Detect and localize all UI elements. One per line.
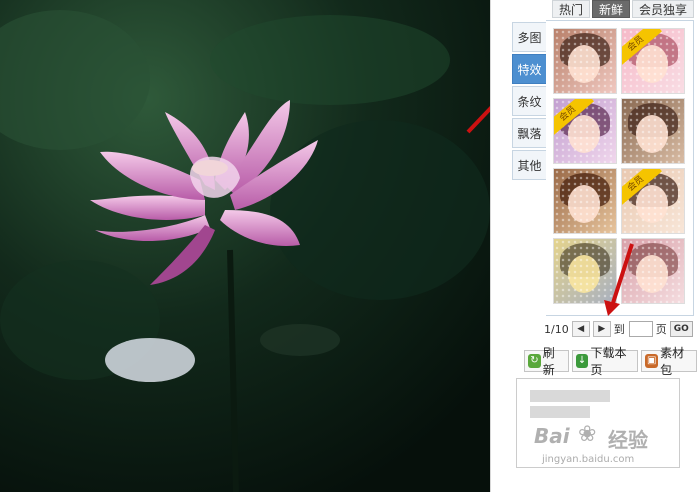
next-arrow-icon: ▶ [598, 324, 606, 334]
next-page-button[interactable]: ▶ [592, 321, 611, 337]
material-pack-icon: ▣ [645, 354, 659, 368]
download-icon: ↓ [575, 354, 589, 368]
red-arrow-to-next-page-icon [604, 243, 634, 316]
effect-thumbnail[interactable]: 会员 [553, 98, 617, 164]
page-number-input[interactable] [628, 321, 653, 337]
page-unit-label: 页 [655, 323, 667, 336]
blurred-text [530, 406, 590, 418]
tab-new[interactable]: 新鲜 [592, 0, 631, 18]
top-category-tabs: 热门 新鲜 会员独享 [552, 0, 696, 18]
photo-preview [0, 0, 490, 492]
blurred-text [530, 390, 610, 402]
material-pack-button[interactable]: ▣ 素材包 [641, 346, 697, 377]
side-tab-effects[interactable]: 特效 [512, 54, 546, 84]
prev-page-button[interactable]: ◀ [571, 321, 590, 337]
effect-thumbnail[interactable] [553, 28, 617, 94]
side-tab-other[interactable]: 其他 [512, 150, 546, 180]
goto-label: 到 [613, 323, 625, 336]
download-page-button[interactable]: ↓ 下载本页 [571, 346, 639, 377]
tab-member-exclusive[interactable]: 会员独享 [632, 0, 695, 18]
material-pack-label: 素材包 [660, 346, 685, 377]
side-tab-multi-image[interactable]: 多图 [512, 22, 546, 52]
pagination: 1/10 ◀ ▶ 到 页 GO [544, 320, 693, 338]
effect-thumbnail[interactable] [621, 98, 685, 164]
effect-thumbnail[interactable]: 会员 [621, 28, 685, 94]
prev-arrow-icon: ◀ [577, 324, 585, 334]
side-tab-falling[interactable]: 飘落 [512, 118, 546, 148]
side-category-tabs: 多图 特效 条纹 飘落 其他 [512, 22, 546, 182]
lotus-photo [0, 0, 490, 492]
red-arrow-to-effect-tab-icon [466, 106, 490, 134]
side-tab-stripes[interactable]: 条纹 [512, 86, 546, 116]
tab-hot[interactable]: 热门 [552, 0, 591, 18]
refresh-label: 刷新 [542, 346, 555, 377]
effect-thumbnail[interactable]: 会员 [621, 168, 685, 234]
action-bar: ↻ 刷新 ↓ 下载本页 ▣ 素材包 [524, 346, 700, 377]
panel-divider [490, 0, 491, 492]
refresh-icon: ↻ [528, 354, 541, 368]
go-button[interactable]: GO [669, 321, 693, 337]
effect-thumbnail[interactable] [553, 168, 617, 234]
page-info: 1/10 [544, 322, 569, 336]
refresh-button[interactable]: ↻ 刷新 [524, 346, 569, 377]
download-page-label: 下载本页 [590, 346, 627, 377]
